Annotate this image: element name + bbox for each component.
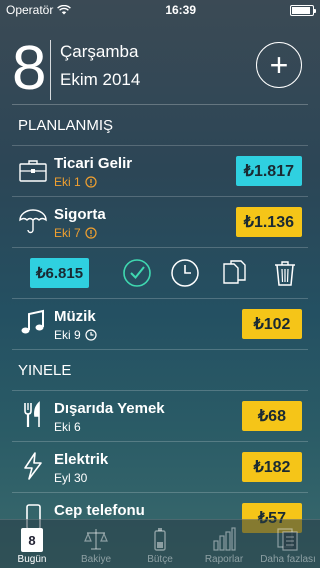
battery-icon bbox=[290, 4, 316, 16]
clock-icon[interactable] bbox=[170, 258, 200, 288]
tab-more[interactable]: Daha fazlası bbox=[256, 520, 320, 568]
calendar-icon: 8 bbox=[21, 528, 43, 552]
check-icon[interactable] bbox=[122, 258, 152, 288]
bar-chart-icon bbox=[213, 527, 236, 551]
battery-fill bbox=[292, 6, 310, 14]
item-date-text: Eki 7 bbox=[54, 226, 81, 240]
trash-icon[interactable] bbox=[270, 258, 300, 288]
tab-today[interactable]: 8 Bugün bbox=[0, 520, 64, 568]
wifi-icon bbox=[57, 5, 72, 15]
item-date-text: Eki 6 bbox=[54, 420, 81, 434]
item-date: Eki 1 bbox=[54, 175, 97, 189]
documents-icon bbox=[277, 528, 298, 551]
item-date: Eyl 30 bbox=[54, 471, 87, 485]
clock-icon bbox=[85, 329, 97, 341]
tab-balance[interactable]: Bakiye bbox=[64, 520, 128, 568]
lightning-icon bbox=[24, 452, 42, 480]
section-title-repeat: YINELE bbox=[12, 349, 308, 390]
add-button[interactable]: + bbox=[256, 42, 302, 88]
status-bar: Operatör 16:39 bbox=[0, 0, 320, 20]
tab-label: Raporlar bbox=[204, 554, 244, 565]
status-left: Operatör bbox=[6, 3, 72, 17]
battery-icon bbox=[154, 528, 166, 551]
item-name: Ticari Gelir bbox=[54, 155, 133, 172]
alert-icon bbox=[85, 176, 97, 188]
item-date: Eki 9 bbox=[54, 328, 97, 342]
day-number: 8 bbox=[12, 34, 47, 103]
weekday-label: Çarşamba bbox=[60, 42, 139, 61]
section-title-planned: PLANLANMIŞ bbox=[18, 117, 114, 134]
item-name: Dışarıda Yemek bbox=[54, 400, 165, 417]
date-header: 8 Çarşamba Ekim 2014 + bbox=[0, 20, 320, 104]
alert-icon bbox=[85, 227, 97, 239]
item-date-text: Eyl 30 bbox=[54, 471, 88, 485]
list-item[interactable]: Dışarıda Yemek Eki 6 ₺68 bbox=[12, 390, 308, 441]
clock-time: 16:39 bbox=[165, 3, 197, 17]
tab-budget[interactable]: Bütçe bbox=[128, 520, 192, 568]
scale-icon bbox=[84, 529, 108, 550]
item-name: Sigorta bbox=[54, 206, 106, 223]
fork-knife-icon bbox=[24, 401, 40, 427]
list-item[interactable]: Sigorta Eki 7 ₺1.136 bbox=[12, 196, 308, 247]
amount-badge[interactable]: ₺102 bbox=[242, 309, 302, 339]
tab-bar: 8 Bugün Bakiye Bütçe Raporlar Daha fazla… bbox=[0, 519, 320, 568]
copy-icon[interactable] bbox=[220, 258, 250, 288]
tab-label: Bakiye bbox=[80, 554, 111, 565]
list-item[interactable]: Müzik Eki 9 ₺102 bbox=[12, 298, 308, 349]
action-row: ₺6.815 bbox=[12, 247, 308, 298]
list-item[interactable]: Elektrik Eyl 30 ₺182 bbox=[12, 441, 308, 492]
umbrella-icon bbox=[19, 209, 47, 234]
item-date: Eki 6 bbox=[54, 420, 81, 434]
list-item[interactable]: Ticari Gelir Eki 1 ₺1.817 bbox=[12, 145, 308, 196]
amount-badge[interactable]: ₺68 bbox=[242, 401, 302, 431]
carrier-label: Operatör bbox=[6, 3, 54, 17]
item-date-text: Eki 9 bbox=[54, 328, 81, 342]
briefcase-icon bbox=[19, 160, 47, 182]
amount-badge[interactable]: ₺1.136 bbox=[235, 207, 302, 237]
item-date: Eki 7 bbox=[54, 226, 97, 240]
tab-label: Daha fazlası bbox=[260, 554, 316, 565]
total-badge: ₺6.815 bbox=[30, 258, 90, 288]
tab-label: Bütçe bbox=[147, 554, 173, 565]
item-name: Elektrik bbox=[54, 451, 109, 468]
item-name: Müzik bbox=[54, 308, 96, 325]
plus-icon: + bbox=[269, 47, 289, 83]
date-divider bbox=[50, 40, 51, 100]
tab-label: Bugün bbox=[17, 554, 47, 565]
tab-reports[interactable]: Raporlar bbox=[192, 520, 256, 568]
music-icon bbox=[21, 309, 44, 334]
item-name: Cep telefonu bbox=[54, 502, 145, 519]
amount-badge[interactable]: ₺182 bbox=[242, 452, 302, 482]
item-date-text: Eki 1 bbox=[54, 175, 81, 189]
month-year-label: Ekim 2014 bbox=[60, 70, 141, 89]
amount-badge[interactable]: ₺1.817 bbox=[235, 156, 302, 186]
